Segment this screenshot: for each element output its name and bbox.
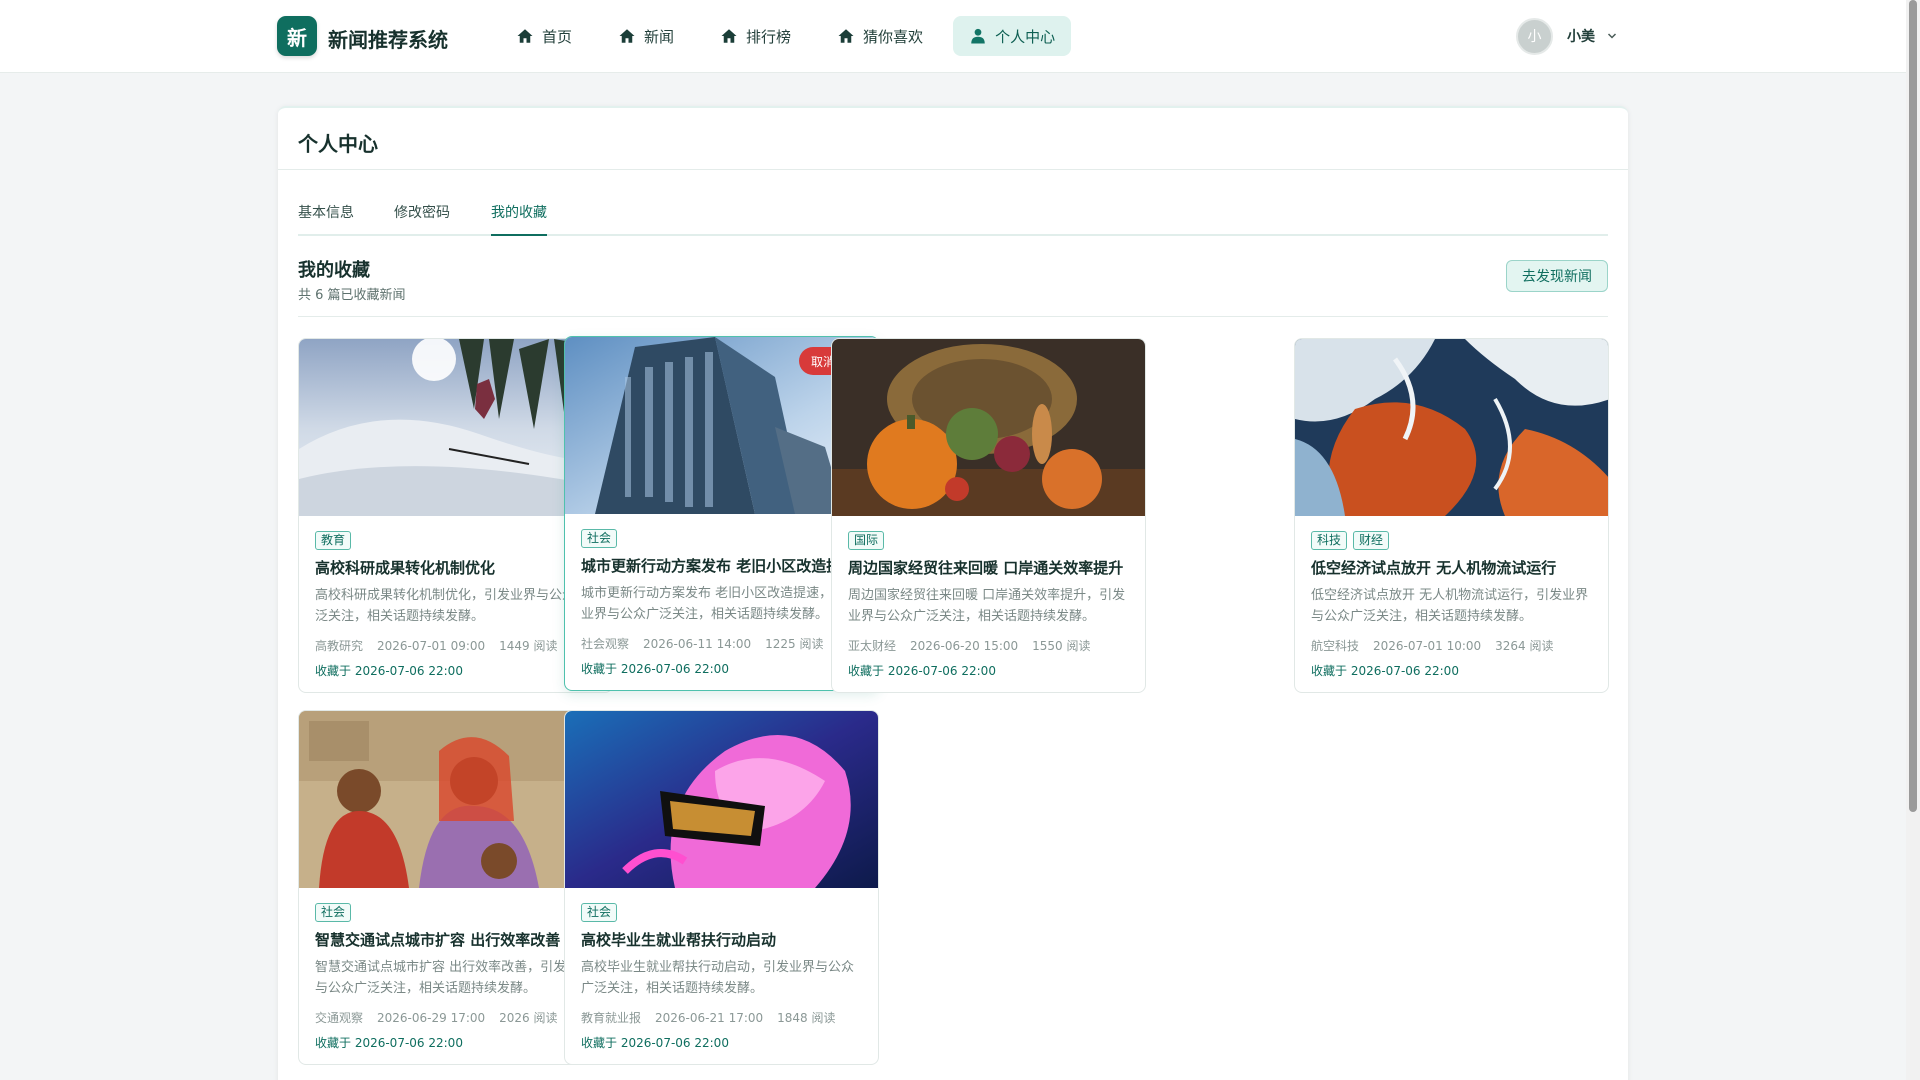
divider xyxy=(278,169,1628,170)
tag-list: 社会 xyxy=(315,903,352,922)
news-source: 亚太财经 xyxy=(848,639,897,653)
nav-item-recommend[interactable]: 猜你喜欢 xyxy=(821,16,939,56)
tag-list: 国际 xyxy=(848,531,885,550)
news-image[interactable] xyxy=(832,339,1145,516)
nav-item-profile[interactable]: 个人中心 xyxy=(953,16,1072,56)
news-source: 航空科技 xyxy=(1311,639,1360,653)
category-tag[interactable]: 社会 xyxy=(315,903,352,922)
news-meta: 社会观察 2026-06-11 14:00 1225 阅读 xyxy=(581,635,838,652)
news-summary: 城市更新行动方案发布 老旧小区改造提速，引发业界与公众广泛关注，相关话题持续发酵… xyxy=(581,586,859,622)
news-meta: 亚太财经 2026-06-20 15:00 1550 阅读 xyxy=(848,637,1105,654)
nav-item-label: 猜你喜欢 xyxy=(863,27,924,46)
chevron-down-icon[interactable] xyxy=(1607,31,1617,41)
nav-item-news[interactable]: 新闻 xyxy=(602,16,690,56)
news-summary: 周边国家经贸往来回暖 口岸通关效率提升，引发业界与公众广泛关注，相关话题持续发酵… xyxy=(848,588,1126,624)
tag-list: 教育 xyxy=(315,531,352,550)
favorite-card[interactable]: 科技 财经 低空经济试点放开 无人机物流试运行 低空经济试点放开 无人机物流试运… xyxy=(1294,338,1609,693)
nav-item-label: 排行榜 xyxy=(746,27,792,46)
tag-list: 社会 xyxy=(581,903,618,922)
news-source: 高教研究 xyxy=(315,639,364,653)
favorited-time: 收藏于 2026-07-06 22:00 xyxy=(581,1036,729,1050)
news-date: 2026-06-11 14:00 xyxy=(643,637,752,651)
nav-item-label: 个人中心 xyxy=(995,27,1056,46)
news-title[interactable]: 城市更新行动方案发布 老旧小区改造提速 xyxy=(581,555,871,576)
app-title[interactable]: 新闻推荐系统 xyxy=(328,24,448,53)
favorites-title: 我的收藏 xyxy=(298,260,370,281)
scrollbar-thumb[interactable] xyxy=(1909,0,1917,812)
home-icon xyxy=(619,29,635,43)
news-reads: 1848 阅读 xyxy=(777,1011,836,1025)
favorite-card[interactable]: 社会 高校毕业生就业帮扶行动启动 高校毕业生就业帮扶行动启动，引发业界与公众广泛… xyxy=(564,710,879,1065)
news-title[interactable]: 低空经济试点放开 无人机物流试运行 xyxy=(1311,557,1601,578)
main-nav: 首页 新闻 排行榜 猜你喜欢 个人中心 xyxy=(500,16,1085,56)
news-meta: 高教研究 2026-07-01 09:00 1449 阅读 xyxy=(315,637,572,654)
news-date: 2026-06-29 17:00 xyxy=(377,1011,486,1025)
category-tag[interactable]: 科技 xyxy=(1311,531,1348,550)
page-title: 个人中心 xyxy=(298,132,378,156)
home-icon xyxy=(517,29,533,43)
profile-panel: 个人中心 基本信息 修改密码 我的收藏 我的收藏 共 6 篇已收藏新闻 去发现新… xyxy=(278,106,1628,1080)
user-name[interactable]: 小美 xyxy=(1567,26,1595,46)
discover-news-button[interactable]: 去发现新闻 xyxy=(1506,260,1608,292)
news-summary: 低空经济试点放开 无人机物流试运行，引发业界与公众广泛关注，相关话题持续发酵。 xyxy=(1311,588,1589,624)
divider xyxy=(298,316,1608,317)
tab-change-password[interactable]: 修改密码 xyxy=(394,202,450,236)
news-reads: 2026 阅读 xyxy=(499,1011,558,1025)
news-image[interactable] xyxy=(1295,339,1608,516)
news-title[interactable]: 高校毕业生就业帮扶行动启动 xyxy=(581,929,871,950)
news-meta: 交通观察 2026-06-29 17:00 2026 阅读 xyxy=(315,1009,572,1026)
nav-item-label: 首页 xyxy=(542,27,573,46)
news-title[interactable]: 周边国家经贸往来回暖 口岸通关效率提升 xyxy=(848,557,1138,578)
news-meta: 航空科技 2026-07-01 10:00 3264 阅读 xyxy=(1311,637,1568,654)
user-icon xyxy=(971,28,985,44)
news-summary: 智慧交通试点城市扩容 出行效率改善，引发业界与公众广泛关注，相关话题持续发酵。 xyxy=(315,960,593,996)
news-image[interactable] xyxy=(565,711,878,888)
category-tag[interactable]: 社会 xyxy=(581,903,618,922)
tag-list: 社会 xyxy=(581,529,618,548)
favorite-card[interactable]: 国际 周边国家经贸往来回暖 口岸通关效率提升 周边国家经贸往来回暖 口岸通关效率… xyxy=(831,338,1146,693)
top-header: 新 新闻推荐系统 首页 新闻 排行榜 猜你喜欢 个人中心 小 小美 xyxy=(0,0,1906,73)
category-tag[interactable]: 财经 xyxy=(1353,531,1390,550)
category-tag[interactable]: 教育 xyxy=(315,531,352,550)
news-date: 2026-07-01 10:00 xyxy=(1373,639,1482,653)
news-meta: 教育就业报 2026-06-21 17:00 1848 阅读 xyxy=(581,1009,850,1026)
news-source: 交通观察 xyxy=(315,1011,364,1025)
tab-basic-info[interactable]: 基本信息 xyxy=(298,202,354,236)
home-icon xyxy=(721,29,737,43)
tab-favorites[interactable]: 我的收藏 xyxy=(491,202,547,236)
news-reads: 3264 阅读 xyxy=(1495,639,1554,653)
favorited-time: 收藏于 2026-07-06 22:00 xyxy=(848,664,996,678)
news-source: 教育就业报 xyxy=(581,1011,642,1025)
user-menu[interactable]: 小 小美 xyxy=(1516,17,1617,55)
news-reads: 1449 阅读 xyxy=(499,639,558,653)
news-summary: 高校毕业生就业帮扶行动启动，引发业界与公众广泛关注，相关话题持续发酵。 xyxy=(581,960,855,996)
favorites-count: 共 6 篇已收藏新闻 xyxy=(298,288,406,303)
category-tag[interactable]: 国际 xyxy=(848,531,885,550)
home-icon xyxy=(838,29,854,43)
nav-item-label: 新闻 xyxy=(644,27,675,46)
news-reads: 1225 阅读 xyxy=(765,637,824,651)
profile-tabs: 基本信息 修改密码 我的收藏 xyxy=(298,202,1608,236)
category-tag[interactable]: 社会 xyxy=(581,529,618,548)
news-date: 2026-06-20 15:00 xyxy=(910,639,1019,653)
nav-item-home[interactable]: 首页 xyxy=(500,16,588,56)
favorited-time: 收藏于 2026-07-06 22:00 xyxy=(315,664,463,678)
nav-item-ranking[interactable]: 排行榜 xyxy=(704,16,807,56)
avatar[interactable]: 小 xyxy=(1516,17,1553,55)
news-summary: 高校科研成果转化机制优化，引发业界与公众广泛关注，相关话题持续发酵。 xyxy=(315,588,589,624)
news-reads: 1550 阅读 xyxy=(1032,639,1091,653)
news-source: 社会观察 xyxy=(581,637,630,651)
favorited-time: 收藏于 2026-07-06 22:00 xyxy=(581,662,729,676)
news-title[interactable]: 高校科研成果转化机制优化 xyxy=(315,557,605,578)
news-date: 2026-06-21 17:00 xyxy=(655,1011,764,1025)
favorited-time: 收藏于 2026-07-06 22:00 xyxy=(1311,664,1459,678)
news-date: 2026-07-01 09:00 xyxy=(377,639,486,653)
news-title[interactable]: 智慧交通试点城市扩容 出行效率改善 xyxy=(315,929,605,950)
app-logo[interactable]: 新 xyxy=(277,16,317,56)
tag-list: 科技 财经 xyxy=(1311,531,1390,550)
favorited-time: 收藏于 2026-07-06 22:00 xyxy=(315,1036,463,1050)
